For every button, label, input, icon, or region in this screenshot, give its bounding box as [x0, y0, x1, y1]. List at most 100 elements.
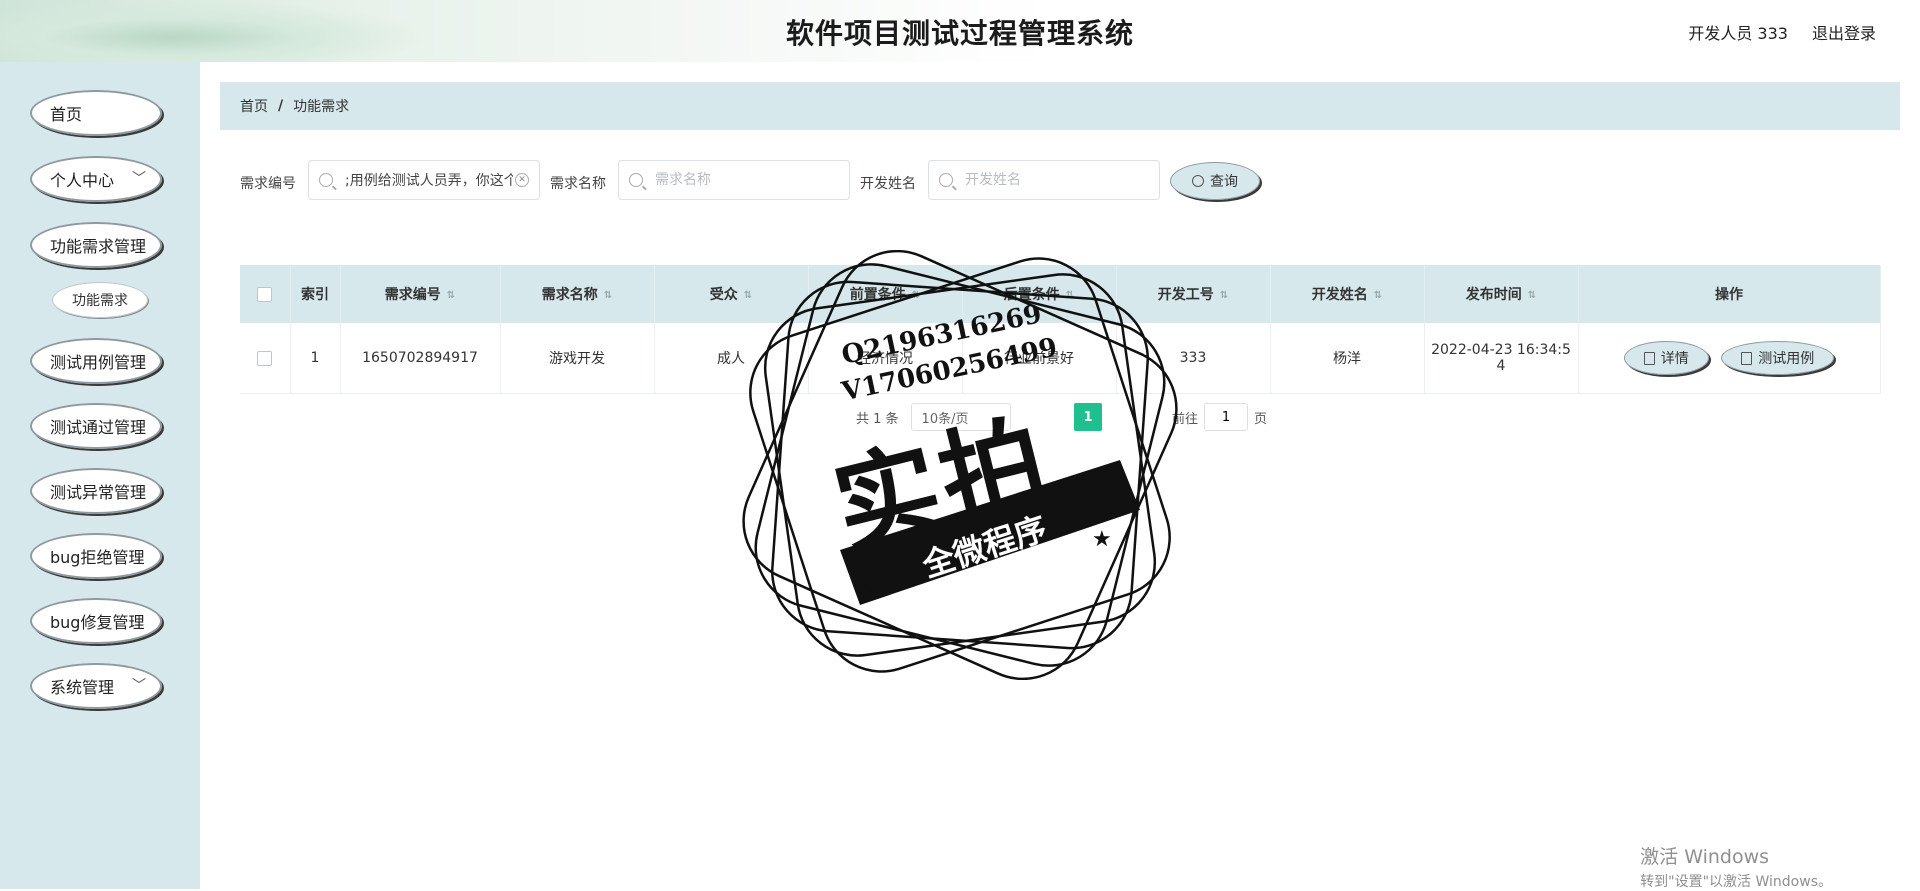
sort-icon[interactable]: ⇅ — [744, 290, 752, 301]
chevron-down-icon: ﹀ — [132, 678, 146, 694]
search-input-name-box — [618, 160, 850, 200]
pagination-total: 共 1 条 — [856, 411, 899, 427]
column-header-label: 需求编号 — [384, 287, 441, 303]
header: 软件项目测试过程管理系统 开发人员 333 退出登录 — [0, 0, 1920, 62]
pagination-jump: 前往 页 — [1172, 403, 1267, 431]
sort-icon[interactable]: ⇅ — [604, 290, 612, 301]
column-header-dev-name[interactable]: 开发姓名 ⇅ — [1270, 265, 1425, 323]
sidebar-item-bug-fix-management[interactable]: bug修复管理 — [30, 598, 162, 644]
table-row: 1 1650702894917 游戏开发 成人 经济情况 行业前景好 333 杨… — [240, 323, 1881, 394]
sidebar-subitem-requirement[interactable]: 功能需求 — [52, 282, 148, 318]
watermark-band — [840, 460, 1140, 605]
query-button[interactable]: 查询 — [1170, 162, 1260, 200]
document-icon — [1741, 351, 1753, 365]
search-icon — [629, 173, 643, 187]
jump-label: 前往 — [1172, 411, 1199, 427]
column-header-audience[interactable]: 受众 ⇅ — [654, 265, 809, 323]
cell-publish-time: 2022-04-23 16:34:5 4 — [1424, 323, 1579, 394]
cell-index: 1 — [290, 323, 341, 394]
column-header-label: 受众 — [709, 287, 738, 303]
column-header-publish-time[interactable]: 发布时间 ⇅ — [1424, 265, 1579, 323]
column-header-index: 索引 — [290, 265, 341, 323]
windows-activation-notice: 激活 Windows 转到"设置"以激活 Windows。 — [1640, 842, 1832, 891]
column-header-dev-id[interactable]: 开发工号 ⇅ — [1116, 265, 1271, 323]
chevron-down-icon: ﹀ — [132, 171, 146, 187]
sidebar-item-home[interactable]: 首页 — [30, 90, 162, 136]
search-label-dev-name: 开发姓名 — [860, 176, 916, 192]
sidebar-item-label: 测试用例管理 — [50, 353, 147, 372]
column-header-label: 前置条件 — [849, 287, 906, 303]
column-header-label: 发布时间 — [1465, 287, 1522, 303]
sort-icon[interactable]: ⇅ — [1528, 290, 1536, 301]
select-all-checkbox[interactable] — [257, 286, 273, 302]
pagination: 共 1 条 10条/页 — [856, 403, 1011, 431]
search-icon — [319, 173, 333, 187]
cell-precondition: 经济情况 — [808, 323, 963, 394]
sidebar-item-label: bug拒绝管理 — [50, 548, 145, 567]
cell-name: 游戏开发 — [500, 323, 655, 394]
header-user-area: 开发人员 333 退出登录 — [1688, 20, 1876, 44]
sidebar-item-label: 首页 — [50, 105, 83, 124]
jump-page-input[interactable] — [1204, 403, 1249, 431]
search-input-dev-name-box — [928, 160, 1160, 200]
sidebar-item-personal-center[interactable]: 个人中心 ﹀ — [30, 156, 162, 202]
logout-link[interactable]: 退出登录 — [1812, 20, 1876, 44]
clear-icon[interactable]: ✕ — [515, 173, 529, 187]
column-header-precondition[interactable]: 前置条件 ⇅ — [808, 265, 963, 323]
sort-icon[interactable]: ⇅ — [1374, 290, 1382, 301]
sidebar-item-requirement-management[interactable]: 功能需求管理 — [30, 222, 162, 268]
column-header-label: 开发姓名 — [1311, 287, 1368, 303]
column-header-label: 后置条件 — [1003, 287, 1060, 303]
cell-code: 1650702894917 — [340, 323, 501, 394]
breadcrumb: 首页 / 功能需求 — [220, 82, 1900, 130]
sidebar-item-label: bug修复管理 — [50, 613, 145, 632]
windows-activation-subtitle: 转到"设置"以激活 Windows。 — [1640, 874, 1832, 890]
search-input-name[interactable] — [653, 171, 849, 189]
sidebar-item-test-exception-management[interactable]: 测试异常管理 — [30, 468, 162, 514]
sort-icon[interactable]: ⇅ — [912, 290, 920, 301]
search-label-code: 需求编号 — [240, 176, 296, 192]
sidebar-subitem-label: 功能需求 — [72, 293, 128, 309]
row-select-cell — [240, 323, 291, 394]
cell-dev-id: 333 — [1116, 323, 1271, 394]
testcase-button[interactable]: 测试用例 — [1721, 341, 1835, 375]
detail-button[interactable]: 详情 — [1623, 341, 1709, 375]
publish-time-line2: 4 — [1496, 358, 1506, 374]
breadcrumb-current: 功能需求 — [293, 99, 350, 115]
requirement-table: 索引 需求编号 ⇅ 需求名称 ⇅ 受众 ⇅ 前置条件 ⇅ 后置条件 ⇅ 开发工号 ⇅ 开发姓… — [240, 265, 1881, 394]
cell-postcondition: 行业前景好 — [962, 323, 1117, 394]
sidebar-item-system-management[interactable]: 系统管理 ﹀ — [30, 663, 162, 709]
sidebar-item-label: 系统管理 — [50, 678, 115, 697]
sort-icon[interactable]: ⇅ — [1220, 290, 1228, 301]
document-icon — [1643, 351, 1655, 365]
sidebar-item-test-pass-management[interactable]: 测试通过管理 — [30, 403, 162, 449]
search-icon — [1192, 175, 1204, 187]
row-checkbox[interactable] — [257, 350, 273, 366]
search-label-name: 需求名称 — [550, 176, 606, 192]
table-header-row: 索引 需求编号 ⇅ 需求名称 ⇅ 受众 ⇅ 前置条件 ⇅ 后置条件 ⇅ 开发工号 ⇅ 开发姓… — [240, 265, 1881, 323]
sidebar-item-label: 功能需求管理 — [50, 237, 147, 256]
user-role-label: 开发人员 333 — [1688, 24, 1788, 43]
sidebar-item-bug-reject-management[interactable]: bug拒绝管理 — [30, 533, 162, 579]
watermark-band-text: 全微程序 — [917, 509, 1052, 585]
page-size-select[interactable]: 10条/页 — [910, 403, 1011, 431]
column-header-postcondition[interactable]: 后置条件 ⇅ — [962, 265, 1117, 323]
cell-dev-name: 杨洋 — [1270, 323, 1425, 394]
star-icon: ★ — [856, 581, 876, 606]
search-input-code-box: ✕ — [308, 160, 540, 200]
sort-icon[interactable]: ⇅ — [1066, 290, 1074, 301]
column-header-code[interactable]: 需求编号 ⇅ — [340, 265, 501, 323]
publish-time-line1: 2022-04-23 16:34:5 — [1431, 342, 1571, 358]
sidebar-item-label: 个人中心 — [50, 171, 115, 190]
search-icon — [939, 173, 953, 187]
pagination-page-1[interactable]: 1 — [1074, 403, 1102, 431]
sidebar-item-testcase-management[interactable]: 测试用例管理 — [30, 338, 162, 384]
sidebar-item-label: 测试异常管理 — [50, 483, 147, 502]
cell-actions: 详情 测试用例 — [1578, 323, 1881, 394]
search-input-code[interactable] — [343, 171, 515, 189]
breadcrumb-home[interactable]: 首页 — [240, 96, 268, 116]
sidebar: 首页 个人中心 ﹀ 功能需求管理 功能需求 测试用例管理 测试通过管理 测试异常管… — [0, 62, 200, 889]
sort-icon[interactable]: ⇅ — [447, 290, 455, 301]
column-header-name[interactable]: 需求名称 ⇅ — [500, 265, 655, 323]
search-input-dev-name[interactable] — [963, 171, 1159, 189]
